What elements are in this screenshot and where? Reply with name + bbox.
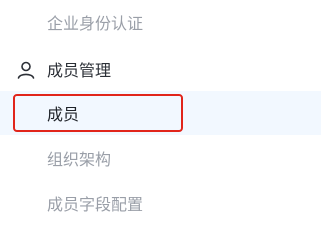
menu-item-members[interactable]: 成员 bbox=[0, 91, 321, 135]
menu-item-label: 成员 bbox=[47, 105, 80, 124]
menu-item-member-field-config[interactable]: 成员字段配置 bbox=[0, 181, 321, 225]
menu-item-label: 企业身份认证 bbox=[47, 14, 144, 33]
menu-item-enterprise-auth[interactable]: 企业身份认证 bbox=[0, 0, 321, 44]
menu-item-label: 成员字段配置 bbox=[47, 195, 144, 214]
menu-item-label: 组织架构 bbox=[47, 150, 112, 169]
menu-item-org-structure[interactable]: 组织架构 bbox=[0, 136, 321, 180]
user-icon bbox=[16, 60, 36, 80]
menu-group-member-management[interactable]: 成员管理 bbox=[0, 47, 321, 91]
settings-side-menu: 企业身份认证 成员管理 成员 组织架构 成员字段配置 bbox=[0, 0, 321, 221]
